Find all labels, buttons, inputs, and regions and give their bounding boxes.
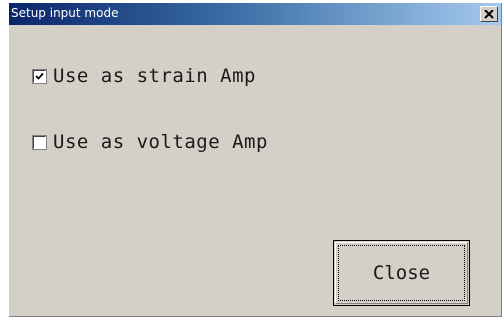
voltage-amp-checkbox[interactable]	[32, 134, 47, 150]
close-icon	[484, 9, 494, 19]
voltage-amp-label: Use as voltage Amp	[53, 131, 268, 153]
option-voltage-amp[interactable]: Use as voltage Amp	[32, 130, 268, 154]
strain-amp-label: Use as strain Amp	[53, 65, 256, 87]
strain-amp-checkbox[interactable]	[32, 68, 47, 84]
close-button[interactable]: Close	[333, 240, 470, 306]
window-title: Setup input mode	[11, 6, 119, 20]
close-button-label: Close	[372, 262, 431, 284]
option-strain-amp[interactable]: Use as strain Amp	[32, 64, 256, 88]
checkmark-icon	[35, 72, 44, 80]
setup-input-mode-dialog: Setup input mode Use as strain Amp Use a…	[9, 3, 502, 317]
title-bar: Setup input mode	[9, 3, 501, 25]
title-close-button[interactable]	[480, 6, 498, 22]
